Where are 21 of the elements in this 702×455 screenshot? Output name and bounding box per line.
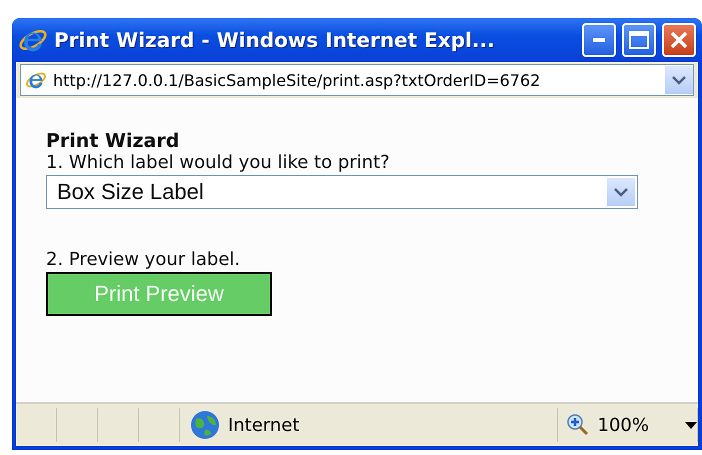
minimize-button[interactable]	[582, 23, 616, 57]
window-title: Print Wizard - Windows Internet Expl...	[54, 28, 496, 52]
security-zone-text: Internet	[228, 414, 300, 436]
select-dropdown-button[interactable]	[607, 178, 635, 206]
close-icon	[669, 30, 689, 50]
address-dropdown-button[interactable]	[665, 66, 693, 94]
step-text: 1. Which label would you like to print?	[46, 152, 391, 173]
chevron-down-icon	[613, 186, 629, 198]
address-field[interactable]: http://127.0.0.1/BasicSampleSite/print.asp?txtOrderID=6762	[20, 64, 694, 96]
maximize-button[interactable]	[622, 23, 656, 57]
step-text: 2. Preview your label.	[46, 249, 242, 270]
globe-icon	[190, 410, 220, 440]
label-select[interactable]: Box Size Label	[46, 175, 638, 209]
zoom-level-text[interactable]: 100%	[598, 414, 649, 436]
chevron-down-icon	[671, 74, 687, 86]
dropdown-arrow-icon[interactable]	[684, 422, 697, 428]
minimize-icon	[593, 38, 605, 42]
zoom-icon	[566, 413, 590, 437]
maximize-icon	[629, 31, 649, 49]
close-button[interactable]	[662, 23, 696, 57]
page-heading: Print Wizard	[46, 130, 180, 152]
